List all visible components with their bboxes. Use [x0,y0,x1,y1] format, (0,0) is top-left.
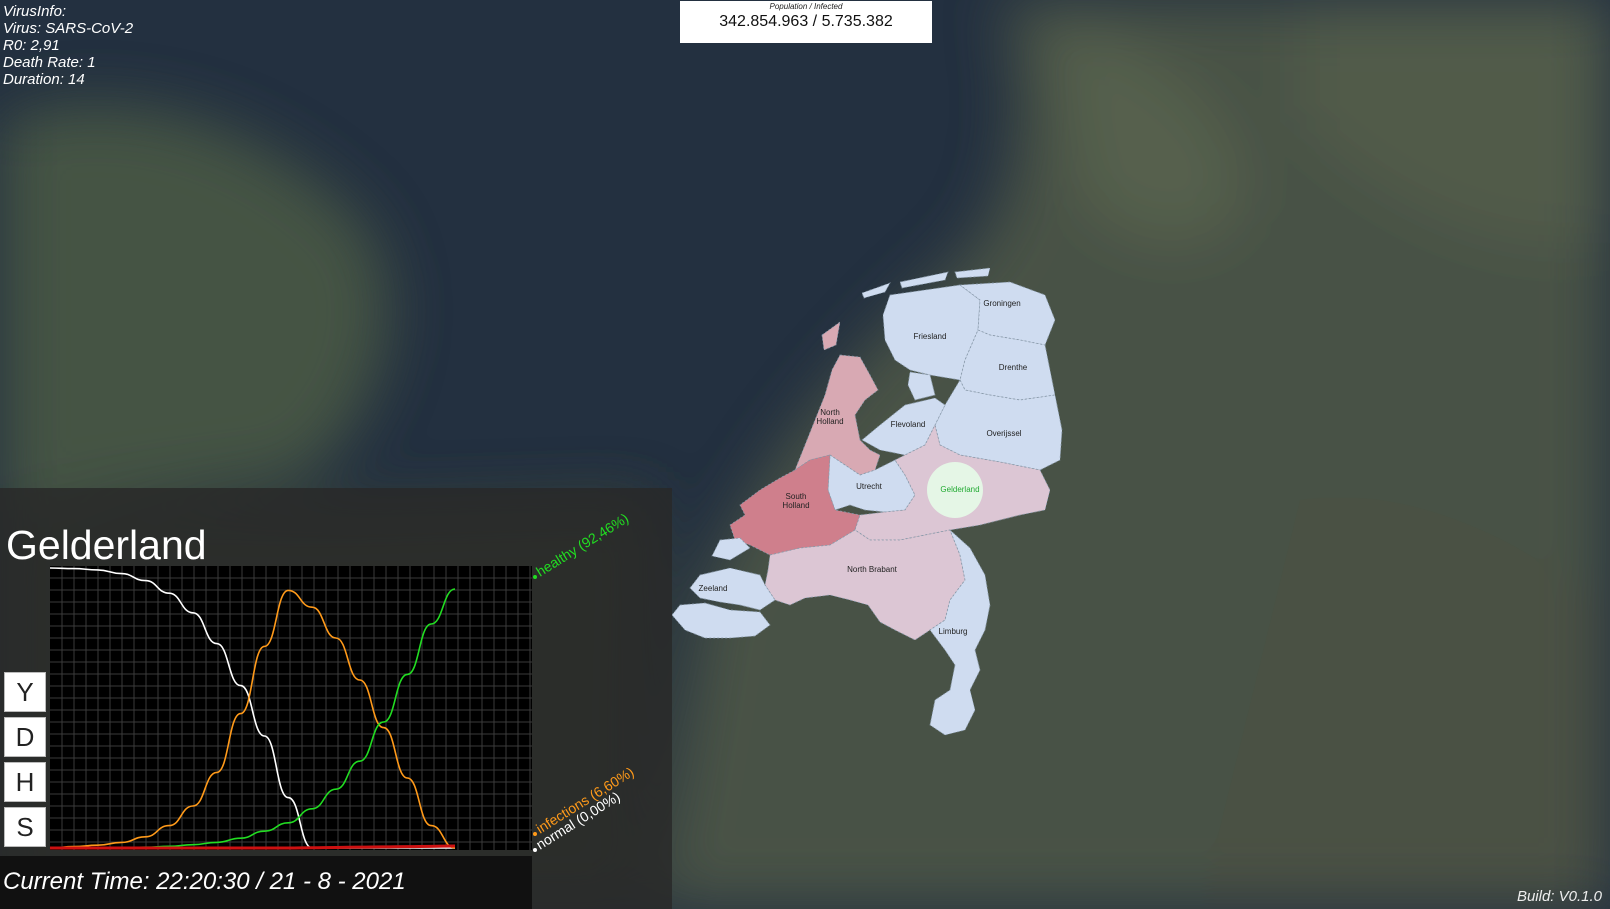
time-bar: Current Time: 22:20:30 / 21 - 8 - 2021 [0,856,532,909]
island-terschelling [899,271,949,289]
island-ameland [954,267,991,279]
label-limburg: Limburg [939,627,968,636]
day-button[interactable]: D [4,717,46,757]
region-info-panel: Gelderland healthy (92,46%) infections (… [0,488,672,909]
label-utrecht: Utrecht [856,482,883,491]
label-groningen: Groningen [983,299,1020,308]
legend-dot-healthy [533,575,537,579]
legend-dot-infections [533,832,537,836]
hour-button[interactable]: H [4,762,46,802]
year-button[interactable]: Y [4,672,46,712]
region-noordoostpolder [907,371,936,401]
label-south-holland-2: Holland [782,501,809,510]
chart-legend: healthy (92,46%) infections (6,60%) norm… [533,510,637,853]
label-drenthe: Drenthe [999,363,1028,372]
label-zeeland: Zeeland [699,584,728,593]
label-north-holland-1: North [820,408,840,417]
label-north-holland-2: Holland [816,417,843,426]
label-gelderland: Gelderland [940,485,979,494]
label-south-holland-1: South [786,492,807,501]
region-texel[interactable] [821,321,841,351]
label-overijssel: Overijssel [986,429,1021,438]
label-friesland: Friesland [914,332,947,341]
infection-chart [50,566,532,850]
label-north-brabant: North Brabant [847,565,898,574]
label-flevoland: Flevoland [891,420,926,429]
build-version: Build: V0.1.0 [1516,888,1602,905]
current-time: Current Time: 22:20:30 / 21 - 8 - 2021 [3,868,406,895]
legend-healthy: healthy (92,46%) [533,510,631,580]
legend-dot-normal [533,848,537,852]
region-title: Gelderland [6,522,207,568]
island-vlieland [861,282,891,299]
second-button[interactable]: S [4,807,46,847]
